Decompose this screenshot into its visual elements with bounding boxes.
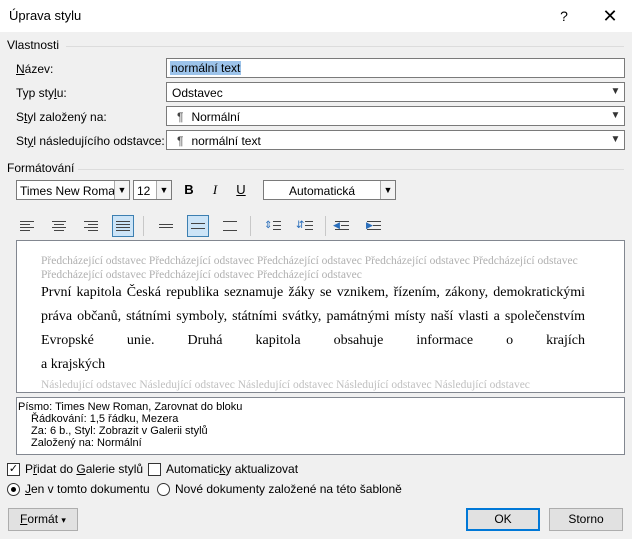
properties-group-label: Vlastnosti xyxy=(7,38,60,52)
chevron-down-icon: ▼ xyxy=(156,181,171,199)
preview-previous-paragraph: Předcházející odstavec Předcházející ods… xyxy=(41,269,362,281)
only-this-document-radio[interactable] xyxy=(7,483,20,496)
next-style-label: Styl následujícího odstavce: xyxy=(16,134,165,148)
chevron-down-icon: ▼ xyxy=(610,86,621,97)
preview-previous-paragraph: Předcházející odstavec Předcházející ods… xyxy=(41,255,578,267)
chevron-down-icon: ▼ xyxy=(380,181,395,199)
paragraph-icon: ¶ xyxy=(177,134,184,148)
double-spacing-button[interactable] xyxy=(219,215,241,237)
paragraph-icon: ¶ xyxy=(177,110,184,124)
font-select[interactable]: Times New Roman ▼ xyxy=(16,180,130,200)
space-before-increase-icon[interactable]: ⇕ xyxy=(262,215,284,237)
close-button[interactable]: ✕ xyxy=(594,0,626,32)
chevron-down-icon: ▾ xyxy=(61,515,66,525)
align-center-button[interactable] xyxy=(48,215,70,237)
add-to-gallery-label[interactable]: Přidat do Galerie stylů xyxy=(25,462,143,476)
based-on-select[interactable]: ¶ Normální ▼ xyxy=(166,106,625,126)
preview-text-line: Evropské unie. Druhá kapitola obsahuje i… xyxy=(41,333,585,348)
description-line: Řádkování: 1,5 řádku, Mezera xyxy=(31,413,179,425)
ok-button[interactable]: OK xyxy=(466,508,540,531)
chevron-down-icon: ▼ xyxy=(610,110,621,121)
font-color-select[interactable]: Automatická ▼ xyxy=(263,180,396,200)
font-size-select[interactable]: 12 ▼ xyxy=(133,180,172,200)
toolbar-separator xyxy=(143,216,144,236)
underline-button[interactable]: U xyxy=(230,179,252,201)
chevron-down-icon: ▼ xyxy=(610,134,621,145)
formatting-group-label: Formátování xyxy=(7,161,75,175)
preview-text-line: a krajských xyxy=(41,357,106,372)
justify-button[interactable] xyxy=(112,215,134,237)
format-menu-button[interactable]: Formát ▾ xyxy=(8,508,78,531)
name-label: Název: xyxy=(16,62,54,76)
toolbar-separator xyxy=(325,216,326,236)
preview-next-paragraph: Následující odstavec Následující odstave… xyxy=(41,379,530,391)
bold-button[interactable]: B xyxy=(178,179,200,201)
single-spacing-button[interactable] xyxy=(155,215,177,237)
description-line: Písmo: Times New Roman, Zarovnat do blok… xyxy=(18,401,243,413)
based-on-value: Normální xyxy=(191,110,241,124)
style-type-select[interactable]: Odstavec ▼ xyxy=(166,82,625,102)
new-documents-radio[interactable] xyxy=(157,483,170,496)
formatting-divider xyxy=(78,169,624,170)
align-left-button[interactable] xyxy=(16,215,38,237)
font-value: Times New Roman xyxy=(20,184,122,198)
add-to-gallery-checkbox[interactable]: ✓ xyxy=(7,463,20,476)
style-description: Písmo: Times New Roman, Zarovnat do blok… xyxy=(16,397,625,455)
font-size-value: 12 xyxy=(137,184,151,198)
properties-divider xyxy=(66,46,624,47)
decrease-indent-icon[interactable]: ◀ xyxy=(331,215,353,237)
next-style-select[interactable]: ¶ normální text ▼ xyxy=(166,130,625,150)
increase-indent-icon[interactable]: ▶ xyxy=(363,215,385,237)
style-type-label: Typ stylu: xyxy=(16,86,67,100)
one-half-spacing-button[interactable] xyxy=(187,215,209,237)
italic-button[interactable]: I xyxy=(204,179,226,201)
toolbar-separator xyxy=(250,216,251,236)
only-this-document-label[interactable]: Jen v tomto dokumentu xyxy=(25,482,150,496)
new-documents-label[interactable]: Nové dokumenty založené na této šabloně xyxy=(175,482,402,496)
cancel-button[interactable]: Storno xyxy=(549,508,623,531)
chevron-down-icon: ▼ xyxy=(114,181,129,199)
space-before-decrease-icon[interactable]: ⇵ xyxy=(294,215,316,237)
style-preview: Předcházející odstavec Předcházející ods… xyxy=(16,240,625,393)
dialog-title: Úprava stylu xyxy=(9,8,82,23)
style-type-value: Odstavec xyxy=(172,86,223,100)
auto-update-checkbox[interactable] xyxy=(148,463,161,476)
title-bar xyxy=(0,0,632,32)
preview-text-line: práva občanů, státními symboly, státními… xyxy=(41,309,585,324)
help-button[interactable]: ? xyxy=(548,0,580,32)
description-line: Za: 6 b., Styl: Zobrazit v Galerii stylů xyxy=(31,425,208,437)
next-style-value: normální text xyxy=(191,134,261,148)
font-color-value: Automatická xyxy=(289,184,356,198)
name-input-value: normální text xyxy=(170,61,242,75)
auto-update-label[interactable]: Automaticky aktualizovat xyxy=(166,462,298,476)
based-on-label: Styl založený na: xyxy=(16,110,107,124)
description-line: Založený na: Normální xyxy=(31,437,142,449)
align-right-button[interactable] xyxy=(80,215,102,237)
name-input[interactable]: normální text xyxy=(166,58,625,78)
preview-text-line: První kapitola Česká republika seznamuje… xyxy=(41,285,585,300)
